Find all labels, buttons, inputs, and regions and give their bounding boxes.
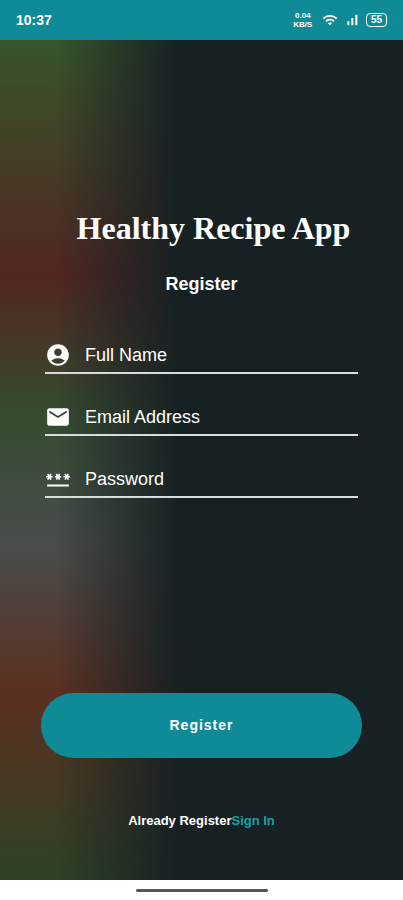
app-title: Healthy Recipe App bbox=[45, 208, 358, 248]
register-button[interactable]: Register bbox=[41, 693, 362, 758]
email-icon bbox=[45, 404, 71, 430]
register-screen: 10:37 0.04 KB/S 55 Healthy Recipe App Regist… bbox=[0, 0, 403, 900]
gesture-handle[interactable] bbox=[136, 889, 268, 892]
sign-in-link[interactable]: Sign In bbox=[231, 812, 274, 830]
form-field bbox=[45, 400, 358, 436]
signal-icon bbox=[344, 12, 360, 28]
name-input[interactable] bbox=[85, 343, 358, 367]
main-area: Healthy Recipe App Register Register Alread… bbox=[0, 40, 403, 880]
email-input[interactable] bbox=[85, 405, 358, 429]
account-icon bbox=[45, 342, 71, 368]
status-bar: 10:37 0.04 KB/S 55 bbox=[0, 0, 403, 40]
status-time: 10:37 bbox=[16, 10, 52, 31]
navigation-bar bbox=[0, 880, 403, 900]
status-icons: 0.04 KB/S 55 bbox=[290, 11, 387, 29]
already-register-text: Already Register bbox=[128, 812, 231, 830]
network-speed: 0.04 KB/S bbox=[290, 11, 316, 29]
register-form bbox=[45, 338, 358, 498]
sign-in-prompt: Already RegisterSign In bbox=[45, 812, 358, 830]
wifi-icon bbox=[322, 12, 338, 28]
battery-indicator: 55 bbox=[366, 13, 387, 27]
password-icon bbox=[45, 466, 71, 492]
register-heading: Register bbox=[45, 272, 358, 296]
form-field bbox=[45, 462, 358, 498]
form-field bbox=[45, 338, 358, 374]
password-input[interactable] bbox=[85, 467, 358, 491]
